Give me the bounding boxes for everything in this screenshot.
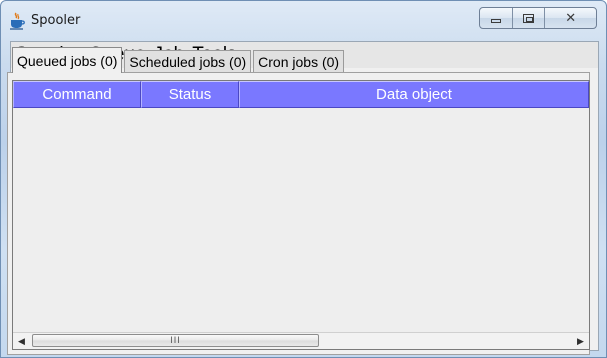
jobs-table: Command Status Data object ◀ III ▶ — [12, 80, 590, 350]
minimize-button[interactable] — [480, 8, 513, 28]
horizontal-scrollbar[interactable]: ◀ III ▶ — [13, 332, 589, 349]
title-bar[interactable]: Spooler ✕ — [1, 1, 606, 41]
table-header: Command Status Data object — [13, 81, 589, 108]
close-icon: ✕ — [565, 10, 577, 26]
column-header-command[interactable]: Command — [13, 81, 141, 108]
scroll-right-icon[interactable]: ▶ — [572, 333, 589, 349]
table-body[interactable] — [13, 108, 589, 334]
java-cup-icon — [10, 12, 25, 30]
tab-scheduled-jobs[interactable]: Scheduled jobs (0) — [124, 50, 252, 72]
spooler-window: Spooler ✕ Spooler Queue Job Tools Queued… — [0, 0, 607, 358]
minimize-icon — [490, 19, 501, 23]
column-header-data-object[interactable]: Data object — [239, 81, 589, 108]
scroll-left-icon[interactable]: ◀ — [13, 333, 30, 349]
window-title: Spooler — [31, 13, 81, 28]
maximize-icon — [523, 13, 534, 23]
column-header-status[interactable]: Status — [141, 81, 239, 108]
scrollbar-thumb[interactable]: III — [32, 334, 319, 347]
tab-strip: Queued jobs (0) Scheduled jobs (0) Cron … — [12, 46, 346, 73]
close-button[interactable]: ✕ — [545, 8, 596, 28]
tab-queued-jobs[interactable]: Queued jobs (0) — [12, 47, 123, 73]
grip-icon: III — [170, 335, 181, 345]
caption-buttons: ✕ — [479, 7, 597, 29]
tab-cron-jobs[interactable]: Cron jobs (0) — [253, 50, 345, 72]
maximize-button[interactable] — [513, 8, 546, 28]
